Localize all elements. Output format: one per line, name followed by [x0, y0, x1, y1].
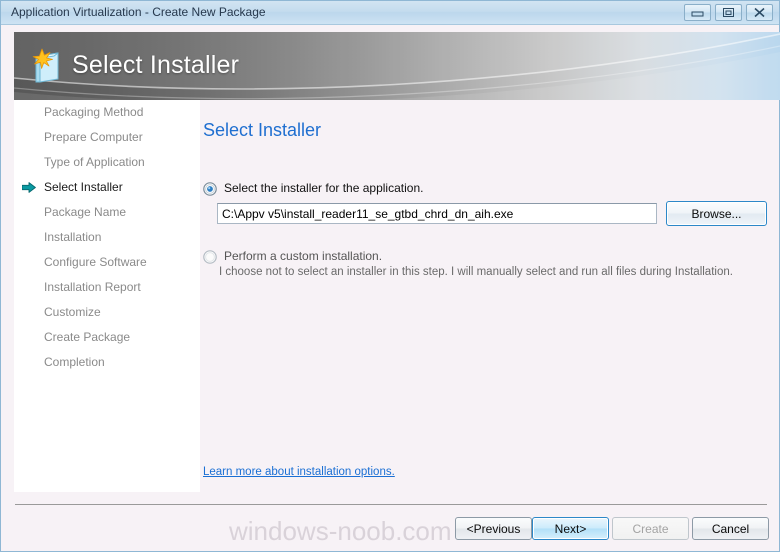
radio-option-custom-installation[interactable]: Perform a custom installation.	[203, 249, 382, 264]
previous-button[interactable]: <Previous	[455, 517, 532, 540]
new-package-icon	[32, 48, 59, 83]
sidebar-item-label: Completion	[44, 355, 105, 369]
sidebar-item-type-of-application[interactable]: Type of Application	[14, 150, 200, 175]
radio-option-label: Perform a custom installation.	[224, 249, 383, 263]
close-icon	[754, 7, 765, 18]
window-title: Application Virtualization - Create New …	[11, 5, 266, 19]
minimize-button[interactable]	[684, 4, 711, 21]
restore-icon	[723, 8, 734, 17]
banner-title: Select Installer	[72, 51, 240, 79]
sidebar-item-label: Select Installer	[44, 180, 123, 194]
cancel-button[interactable]: Cancel	[692, 517, 769, 540]
sidebar-item-select-installer[interactable]: Select Installer	[14, 175, 200, 200]
close-button[interactable]	[746, 4, 773, 21]
sidebar-item-label: Prepare Computer	[44, 130, 143, 144]
sidebar-item-label: Customize	[44, 305, 101, 319]
title-bar: Application Virtualization - Create New …	[1, 1, 779, 25]
radio-unselected-icon	[203, 250, 217, 264]
browse-button[interactable]: Browse...	[666, 201, 767, 226]
installer-path-input[interactable]	[217, 203, 657, 224]
sidebar-item-label: Configure Software	[44, 255, 147, 269]
sidebar-item-label: Installation	[44, 230, 102, 244]
minimize-icon	[691, 11, 704, 17]
maximize-button[interactable]	[715, 4, 742, 21]
radio-option-label: Select the installer for the application…	[224, 181, 424, 195]
sidebar-item-configure-software[interactable]: Configure Software	[14, 250, 200, 275]
page-title: Select Installer	[203, 120, 322, 140]
sidebar-item-customize[interactable]: Customize	[14, 300, 200, 325]
sidebar-item-installation[interactable]: Installation	[14, 225, 200, 250]
sidebar-item-installation-report[interactable]: Installation Report	[14, 275, 200, 300]
learn-more-link[interactable]: Learn more about installation options.	[203, 466, 395, 478]
footer-divider	[15, 504, 767, 505]
custom-installation-description: I choose not to select an installer in t…	[219, 266, 733, 278]
watermark-text: windows-noob.com	[229, 516, 452, 546]
page-banner: Select Installer	[14, 32, 780, 100]
radio-selected-icon	[203, 182, 217, 196]
current-step-arrow-icon	[22, 182, 36, 193]
create-button: Create	[612, 517, 689, 540]
wizard-steps-sidebar: Packaging Method Prepare Computer Type o…	[14, 100, 200, 492]
sidebar-item-label: Packaging Method	[44, 105, 144, 119]
sidebar-item-label: Installation Report	[44, 280, 141, 294]
application-window: Application Virtualization - Create New …	[0, 0, 780, 552]
sidebar-item-prepare-computer[interactable]: Prepare Computer	[14, 125, 200, 150]
next-button[interactable]: Next>	[532, 517, 609, 540]
sidebar-item-label: Create Package	[44, 330, 131, 344]
main-content: Select Installer Select the installer fo…	[200, 100, 780, 492]
sidebar-item-label: Package Name	[44, 205, 127, 219]
radio-option-select-installer[interactable]: Select the installer for the application…	[203, 181, 423, 196]
sidebar-item-package-name[interactable]: Package Name	[14, 200, 200, 225]
sidebar-item-completion[interactable]: Completion	[14, 350, 200, 375]
sidebar-item-packaging-method[interactable]: Packaging Method	[14, 100, 200, 125]
sidebar-item-label: Type of Application	[44, 155, 145, 169]
sidebar-item-create-package[interactable]: Create Package	[14, 325, 200, 350]
